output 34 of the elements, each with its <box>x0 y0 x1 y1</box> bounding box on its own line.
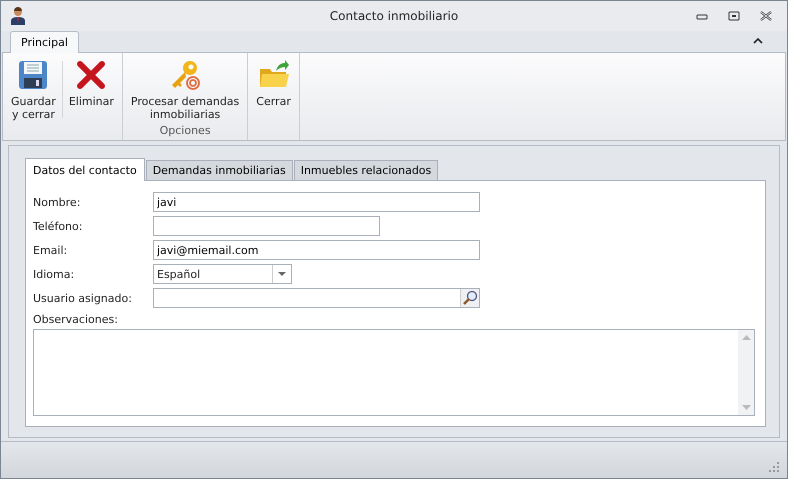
lookup-field[interactable] <box>153 288 480 308</box>
field-label: Usuario asignado: <box>33 292 133 304</box>
tab[interactable]: Datos del contacto <box>25 158 145 181</box>
scroll-up-icon[interactable] <box>742 335 750 340</box>
ribbon-button[interactable]: Eliminar <box>66 57 116 140</box>
ribbon-button[interactable]: Guardar y cerrar <box>9 57 58 140</box>
field-label: Email: <box>33 244 68 256</box>
ribbon-button[interactable]: Cerrar <box>254 57 293 140</box>
person-icon <box>10 7 26 25</box>
scroll-down-icon[interactable] <box>742 405 750 410</box>
minimize-icon[interactable] <box>696 12 708 20</box>
field-label: Nombre: <box>33 196 82 208</box>
ribbon-tab[interactable]: Principal <box>10 31 79 53</box>
group-label: Opciones <box>158 124 212 139</box>
dropdown[interactable]: Español <box>153 264 292 284</box>
search-icon[interactable] <box>462 290 478 306</box>
field-label: Observaciones: <box>33 313 119 326</box>
ribbon-button[interactable]: Procesar demandas inmobiliarias <box>128 57 242 124</box>
close-icon[interactable] <box>760 11 772 21</box>
tab[interactable]: Inmuebles relacionados <box>294 160 438 180</box>
collapse-icon[interactable] <box>753 37 763 44</box>
text-field[interactable]: javi@miemail.com <box>153 240 480 260</box>
window-title: Contacto inmobiliario <box>328 9 460 23</box>
notes-field[interactable] <box>33 329 755 416</box>
scrollbar[interactable] <box>738 330 754 415</box>
delete-icon <box>75 59 108 91</box>
field-label: Idioma: <box>33 268 76 280</box>
tab[interactable]: Demandas inmobiliarias <box>146 160 293 180</box>
text-field[interactable]: javi <box>153 192 480 212</box>
maximize-icon[interactable] <box>728 11 740 21</box>
resize-grip-icon[interactable] <box>769 462 779 472</box>
field-label: Teléfono: <box>33 220 84 232</box>
phone-field[interactable] <box>153 216 380 236</box>
dropdown-arrow-icon <box>278 272 286 276</box>
